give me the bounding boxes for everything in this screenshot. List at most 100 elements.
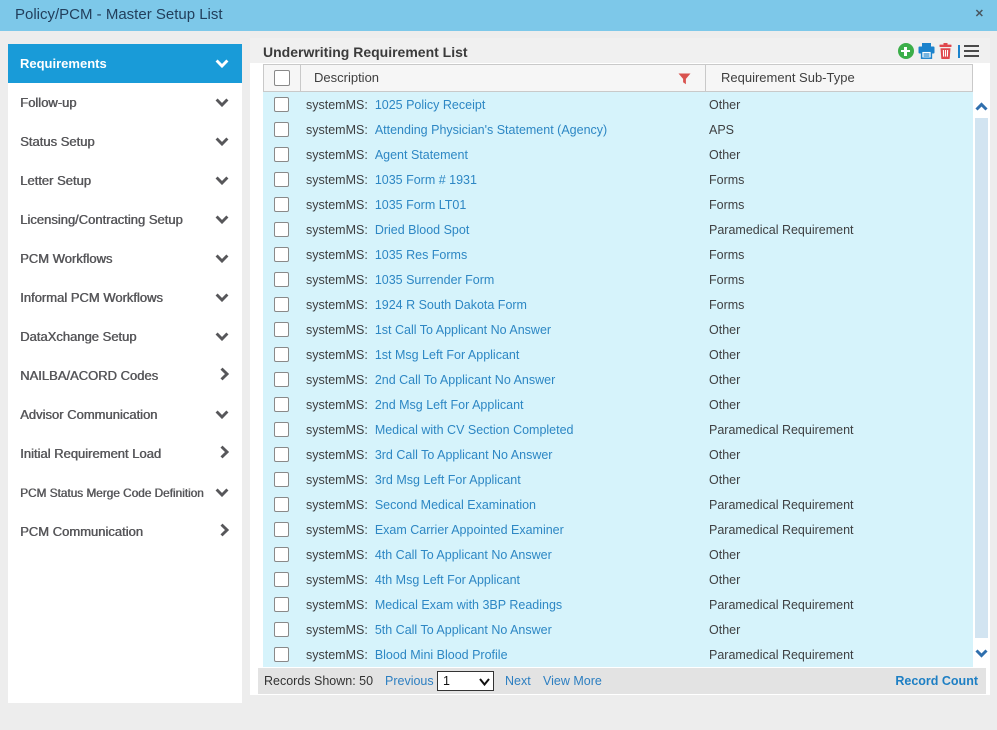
row-description-link[interactable]: 4th Msg Left For Applicant [375, 573, 520, 587]
row-sub-type: Other [709, 322, 741, 337]
row-checkbox[interactable] [274, 122, 289, 137]
column-sub-type[interactable]: Requirement Sub-Type [706, 65, 972, 91]
row-sub-type: Other [709, 97, 741, 112]
table-row: systemMS: 5th Call To Applicant No Answer… [263, 617, 973, 642]
row-description-link[interactable]: 1035 Res Forms [375, 248, 467, 262]
row-checkbox[interactable] [274, 247, 289, 262]
row-checkbox[interactable] [274, 422, 289, 437]
row-description-link[interactable]: Second Medical Examination [375, 498, 536, 512]
row-checkbox[interactable] [274, 447, 289, 462]
main-panel: Underwriting Requirement List Descriptio… [250, 38, 990, 695]
sidebar-item-initial-requirement-load[interactable]: Initial Requirement Load [8, 434, 242, 473]
row-description-link[interactable]: 2nd Call To Applicant No Answer [375, 373, 555, 387]
menu-icon[interactable] [964, 45, 979, 57]
record-count-button[interactable]: Record Count [895, 668, 978, 694]
scroll-down-icon[interactable] [975, 648, 988, 658]
row-checkbox[interactable] [274, 497, 289, 512]
scrollbar-thumb[interactable] [975, 118, 988, 638]
table-row: systemMS: Medical with CV Section Complet… [263, 417, 973, 442]
row-checkbox[interactable] [274, 147, 289, 162]
print-icon[interactable] [918, 43, 935, 59]
row-description-link[interactable]: Exam Carrier Appointed Examiner [375, 523, 564, 537]
row-checkbox-cell [263, 522, 300, 537]
row-prefix: systemMS: [306, 272, 368, 287]
sidebar-item-dataxchange-setup[interactable]: DataXchange Setup [8, 317, 242, 356]
row-checkbox-cell [263, 497, 300, 512]
previous-button[interactable]: Previous [385, 668, 434, 694]
sidebar-item-requirements[interactable]: Requirements [8, 44, 242, 83]
row-description-link[interactable]: Dried Blood Spot [375, 223, 470, 237]
row-checkbox[interactable] [274, 197, 289, 212]
chevron-down-icon [209, 173, 229, 188]
row-checkbox-cell [263, 222, 300, 237]
column-description[interactable]: Description [301, 65, 706, 91]
table-header: Description Requirement Sub-Type [263, 64, 973, 92]
row-checkbox[interactable] [274, 372, 289, 387]
row-description-link[interactable]: 1035 Surrender Form [375, 273, 495, 287]
scroll-up-icon[interactable] [975, 102, 988, 112]
close-icon[interactable]: ✕ [975, 9, 984, 20]
row-checkbox[interactable] [274, 97, 289, 112]
row-description-link[interactable]: Medical with CV Section Completed [375, 423, 574, 437]
row-checkbox-cell [263, 297, 300, 312]
row-description-link[interactable]: 1st Msg Left For Applicant [375, 348, 520, 362]
row-checkbox-cell [263, 247, 300, 262]
row-checkbox-cell [263, 322, 300, 337]
row-description-link[interactable]: 3rd Msg Left For Applicant [375, 473, 521, 487]
row-description-link[interactable]: 1924 R South Dakota Form [375, 298, 527, 312]
delete-icon[interactable] [939, 43, 952, 59]
row-checkbox[interactable] [274, 647, 289, 662]
sidebar-item-status-setup[interactable]: Status Setup [8, 122, 242, 161]
table-row: systemMS: 1035 Surrender Form Forms [263, 267, 973, 292]
row-sub-type: Paramedical Requirement [709, 522, 854, 537]
filter-icon[interactable] [678, 73, 691, 85]
row-checkbox[interactable] [274, 297, 289, 312]
sidebar-item-follow-up[interactable]: Follow-up [8, 83, 242, 122]
add-icon[interactable] [897, 43, 914, 59]
row-description-link[interactable]: 3rd Call To Applicant No Answer [375, 448, 553, 462]
row-description-link[interactable]: Attending Physician's Statement (Agency) [375, 123, 607, 137]
row-checkbox[interactable] [274, 397, 289, 412]
row-description-link[interactable]: 2nd Msg Left For Applicant [375, 398, 524, 412]
row-sub-type: APS [709, 122, 735, 137]
row-description-link[interactable]: 1025 Policy Receipt [375, 98, 485, 112]
sidebar-item-letter-setup[interactable]: Letter Setup [8, 161, 242, 200]
view-more-button[interactable]: View More [543, 668, 602, 694]
row-checkbox[interactable] [274, 272, 289, 287]
next-button[interactable]: Next [505, 668, 531, 694]
row-checkbox[interactable] [274, 597, 289, 612]
row-checkbox[interactable] [274, 472, 289, 487]
sidebar-item-label: Initial Requirement Load [20, 446, 161, 461]
row-description-link[interactable]: Agent Statement [375, 148, 468, 162]
table-row: systemMS: 1035 Form # 1931 Forms [263, 167, 973, 192]
row-checkbox[interactable] [274, 547, 289, 562]
row-checkbox[interactable] [274, 347, 289, 362]
row-description-link[interactable]: 1035 Form # 1931 [375, 173, 477, 187]
row-description-link[interactable]: 5th Call To Applicant No Answer [375, 623, 552, 637]
row-checkbox[interactable] [274, 222, 289, 237]
row-checkbox[interactable] [274, 172, 289, 187]
sidebar-item-pcm-communication[interactable]: PCM Communication [8, 512, 242, 551]
page-select[interactable]: 1 [437, 671, 494, 691]
row-description-link[interactable]: 1035 Form LT01 [375, 198, 466, 212]
sidebar-item-advisor-communication[interactable]: Advisor Communication [8, 395, 242, 434]
row-description-link[interactable]: 1st Call To Applicant No Answer [375, 323, 551, 337]
sidebar-item-nailba-acord-codes[interactable]: NAILBA/ACORD Codes [8, 356, 242, 395]
row-checkbox[interactable] [274, 572, 289, 587]
row-sub-type: Paramedical Requirement [709, 597, 854, 612]
row-description-link[interactable]: Blood Mini Blood Profile [375, 648, 508, 662]
sidebar-item-informal-pcm-workflows[interactable]: Informal PCM Workflows [8, 278, 242, 317]
row-description-link[interactable]: Medical Exam with 3BP Readings [375, 598, 562, 612]
chevron-down-icon [209, 134, 229, 149]
row-sub-type: Forms [709, 297, 745, 312]
row-checkbox[interactable] [274, 322, 289, 337]
select-all-checkbox[interactable] [274, 70, 290, 86]
row-prefix: systemMS: [306, 122, 368, 137]
sidebar-item-pcm-workflows[interactable]: PCM Workflows [8, 239, 242, 278]
sidebar-item-pcm-status-merge-code-definition[interactable]: PCM Status Merge Code Definition [8, 473, 242, 512]
row-checkbox[interactable] [274, 522, 289, 537]
sidebar-item-licensing-contracting-setup[interactable]: Licensing/Contracting Setup [8, 200, 242, 239]
row-checkbox-cell [263, 147, 300, 162]
row-checkbox[interactable] [274, 622, 289, 637]
row-description-link[interactable]: 4th Call To Applicant No Answer [375, 548, 552, 562]
